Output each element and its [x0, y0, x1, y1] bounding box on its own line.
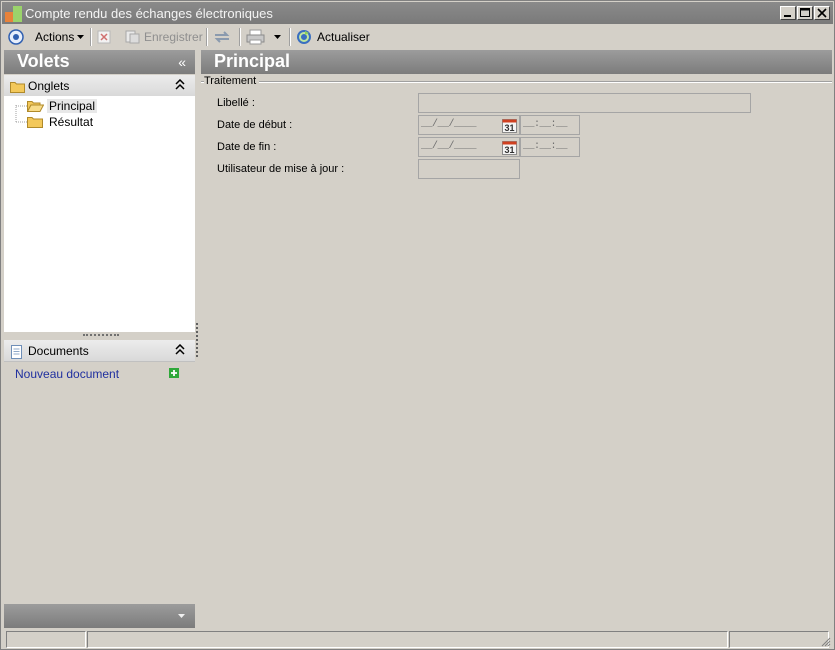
status-cell	[6, 631, 86, 648]
close-icon	[817, 8, 827, 18]
toolbar-separator	[239, 28, 241, 46]
circle-target-icon	[8, 29, 24, 45]
libelle-label: Libellé :	[217, 97, 255, 109]
minimize-button[interactable]	[780, 6, 796, 20]
documents-section-label: Documents	[28, 344, 89, 358]
vertical-splitter[interactable]	[196, 323, 198, 357]
actions-menu-button[interactable]: Actions	[35, 27, 85, 47]
status-bar	[2, 629, 833, 649]
toolbar-separator	[90, 28, 92, 46]
time-mask: __:__:__	[523, 141, 568, 152]
minimize-icon	[784, 15, 791, 17]
folder-icon	[27, 117, 43, 128]
documents-panel: Nouveau document	[4, 362, 195, 603]
folder-open-icon	[27, 101, 44, 112]
add-icon[interactable]	[169, 368, 179, 378]
collapse-section-icon[interactable]	[175, 79, 185, 91]
status-cell	[729, 631, 829, 648]
calendar-icon[interactable]: 31	[502, 119, 517, 133]
tree-item-resultat[interactable]: Résultat	[27, 114, 95, 129]
chevron-down-icon	[77, 35, 85, 39]
panes-header: Volets «	[4, 50, 195, 74]
group-title: Traitement	[204, 75, 260, 87]
start-date-field[interactable]: __/__/____ 31	[418, 115, 520, 135]
start-time-field[interactable]: __:__:__	[520, 115, 580, 135]
tree-item-label: Principal	[47, 98, 98, 113]
collapse-section-icon[interactable]	[175, 344, 185, 356]
update-user-label: Utilisateur de mise à jour :	[217, 163, 345, 175]
calendar-icon[interactable]: 31	[502, 141, 517, 155]
tabs-section-header[interactable]: Onglets	[4, 75, 195, 97]
date-mask: __/__/____	[421, 141, 477, 152]
panes-footer[interactable]	[4, 604, 195, 628]
folder-icon	[10, 82, 25, 93]
svg-text:31: 31	[504, 123, 514, 133]
date-mask: __/__/____	[421, 119, 477, 130]
chevron-down-icon	[274, 35, 281, 39]
app-icon	[5, 6, 22, 22]
sync-icon	[214, 31, 230, 43]
app-window: Compte rendu des échanges électroniques …	[0, 0, 835, 650]
start-date-label: Date de début :	[217, 119, 293, 131]
resize-grip-icon[interactable]	[820, 636, 831, 647]
libelle-field[interactable]	[418, 93, 751, 113]
end-time-field[interactable]: __:__:__	[520, 137, 580, 157]
chevron-down-icon[interactable]	[177, 613, 186, 619]
actions-label: Actions	[35, 30, 75, 44]
tabs-tree: Principal Résultat	[4, 96, 195, 332]
horizontal-splitter[interactable]	[4, 332, 195, 340]
end-date-label: Date de fin :	[217, 141, 277, 153]
toolbar-separator	[206, 28, 208, 46]
main-header: Principal	[201, 50, 832, 74]
sync-button[interactable]	[213, 27, 231, 47]
delete-icon	[97, 30, 111, 44]
refresh-label: Actualiser	[317, 30, 370, 44]
title-bar[interactable]: Compte rendu des échanges électroniques	[2, 2, 833, 24]
print-icon	[246, 29, 265, 45]
close-button[interactable]	[814, 6, 830, 20]
panes-title: Volets	[17, 51, 70, 71]
document-icon	[11, 345, 22, 359]
update-user-field	[418, 159, 520, 179]
toolbar-separator	[289, 28, 291, 46]
time-mask: __:__:__	[523, 119, 568, 130]
toolbar: Actions Enregistrer Actualiser	[2, 25, 833, 49]
save-icon	[125, 30, 140, 44]
group-divider	[201, 81, 832, 83]
delete-button[interactable]	[97, 27, 111, 47]
tree-item-principal[interactable]: Principal	[27, 98, 98, 113]
refresh-button[interactable]: Actualiser	[296, 27, 370, 47]
save-button[interactable]: Enregistrer	[124, 27, 203, 47]
collapse-panes-button[interactable]: «	[178, 54, 186, 70]
maximize-button[interactable]	[797, 6, 813, 20]
status-cell	[87, 631, 728, 648]
refresh-icon	[297, 30, 311, 44]
actions-circle-button[interactable]	[8, 27, 24, 47]
maximize-icon	[800, 8, 810, 17]
end-date-field[interactable]: __/__/____ 31	[418, 137, 520, 157]
tree-item-label: Résultat	[49, 114, 94, 129]
tabs-section-label: Onglets	[28, 79, 70, 93]
new-document-link[interactable]: Nouveau document	[15, 367, 119, 381]
main-title: Principal	[214, 51, 291, 71]
save-label: Enregistrer	[144, 30, 203, 44]
print-button[interactable]	[246, 27, 282, 47]
svg-text:31: 31	[504, 145, 514, 155]
documents-section-header[interactable]: Documents	[4, 340, 195, 362]
window-title: Compte rendu des échanges électroniques	[25, 6, 273, 21]
